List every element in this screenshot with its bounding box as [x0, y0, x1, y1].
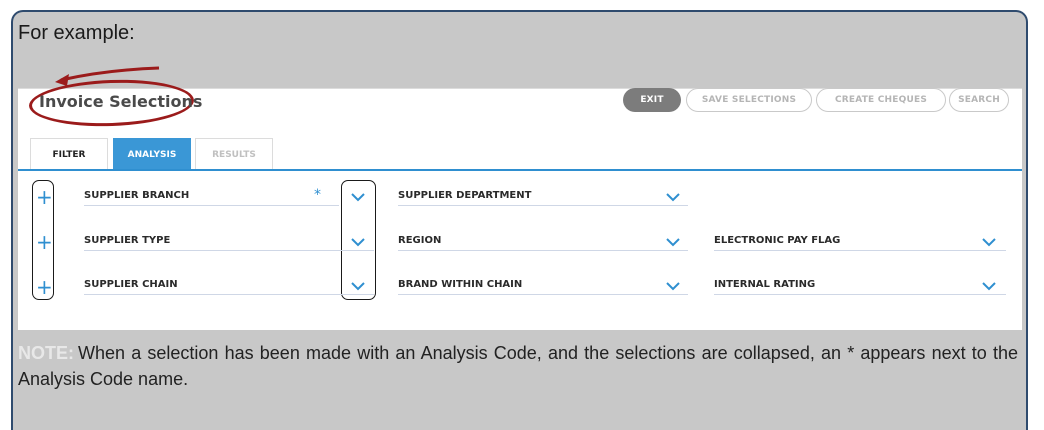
- chevron-down-icon[interactable]: [981, 236, 997, 248]
- note: NOTE: When a selection has been made with…: [18, 340, 1018, 392]
- plus-icon[interactable]: +: [36, 232, 53, 252]
- field-label: BRAND WITHIN CHAIN: [398, 279, 523, 290]
- page-title: Invoice Selections: [39, 92, 203, 111]
- field-supplier-chain[interactable]: SUPPLIER CHAIN: [84, 275, 374, 295]
- selection-marker: *: [314, 187, 321, 203]
- field-region[interactable]: REGION: [398, 231, 688, 251]
- chevron-down-icon[interactable]: [665, 191, 681, 203]
- field-supplier-department[interactable]: SUPPLIER DEPARTMENT: [398, 186, 688, 206]
- field-label: SUPPLIER TYPE: [84, 235, 171, 246]
- plus-icon[interactable]: +: [36, 187, 53, 207]
- tab-results[interactable]: RESULTS: [195, 138, 273, 170]
- chevron-down-icon[interactable]: [665, 236, 681, 248]
- field-brand-within-chain[interactable]: BRAND WITHIN CHAIN: [398, 275, 688, 295]
- note-text: When a selection has been made with an A…: [18, 343, 1018, 389]
- note-label: NOTE:: [18, 343, 74, 363]
- chevron-down-icon[interactable]: [350, 191, 366, 203]
- tab-underline: [18, 169, 1022, 171]
- tab-analysis[interactable]: ANALYSIS: [113, 138, 191, 171]
- plus-icon[interactable]: +: [36, 277, 53, 297]
- field-electronic-pay-flag[interactable]: ELECTRONIC PAY FLAG: [714, 231, 1006, 251]
- chevron-down-icon[interactable]: [981, 280, 997, 292]
- caption: For example:: [18, 22, 135, 44]
- chevron-down-icon[interactable]: [350, 280, 366, 292]
- exit-button[interactable]: EXIT: [623, 88, 681, 112]
- save-selections-button[interactable]: SAVE SELECTIONS: [686, 88, 812, 112]
- tab-filter[interactable]: FILTER: [30, 138, 108, 170]
- field-label: SUPPLIER CHAIN: [84, 279, 178, 290]
- field-label: REGION: [398, 235, 442, 246]
- field-supplier-branch[interactable]: SUPPLIER BRANCH: [84, 186, 339, 206]
- field-label: INTERNAL RATING: [714, 279, 816, 290]
- field-label: SUPPLIER BRANCH: [84, 190, 190, 201]
- field-label: ELECTRONIC PAY FLAG: [714, 235, 841, 246]
- field-label: SUPPLIER DEPARTMENT: [398, 190, 532, 201]
- search-button[interactable]: SEARCH: [949, 88, 1009, 112]
- field-supplier-type[interactable]: SUPPLIER TYPE: [84, 231, 374, 251]
- create-cheques-button[interactable]: CREATE CHEQUES: [816, 88, 946, 112]
- chevron-down-icon[interactable]: [350, 236, 366, 248]
- chevron-down-icon[interactable]: [665, 280, 681, 292]
- field-internal-rating[interactable]: INTERNAL RATING: [714, 275, 1006, 295]
